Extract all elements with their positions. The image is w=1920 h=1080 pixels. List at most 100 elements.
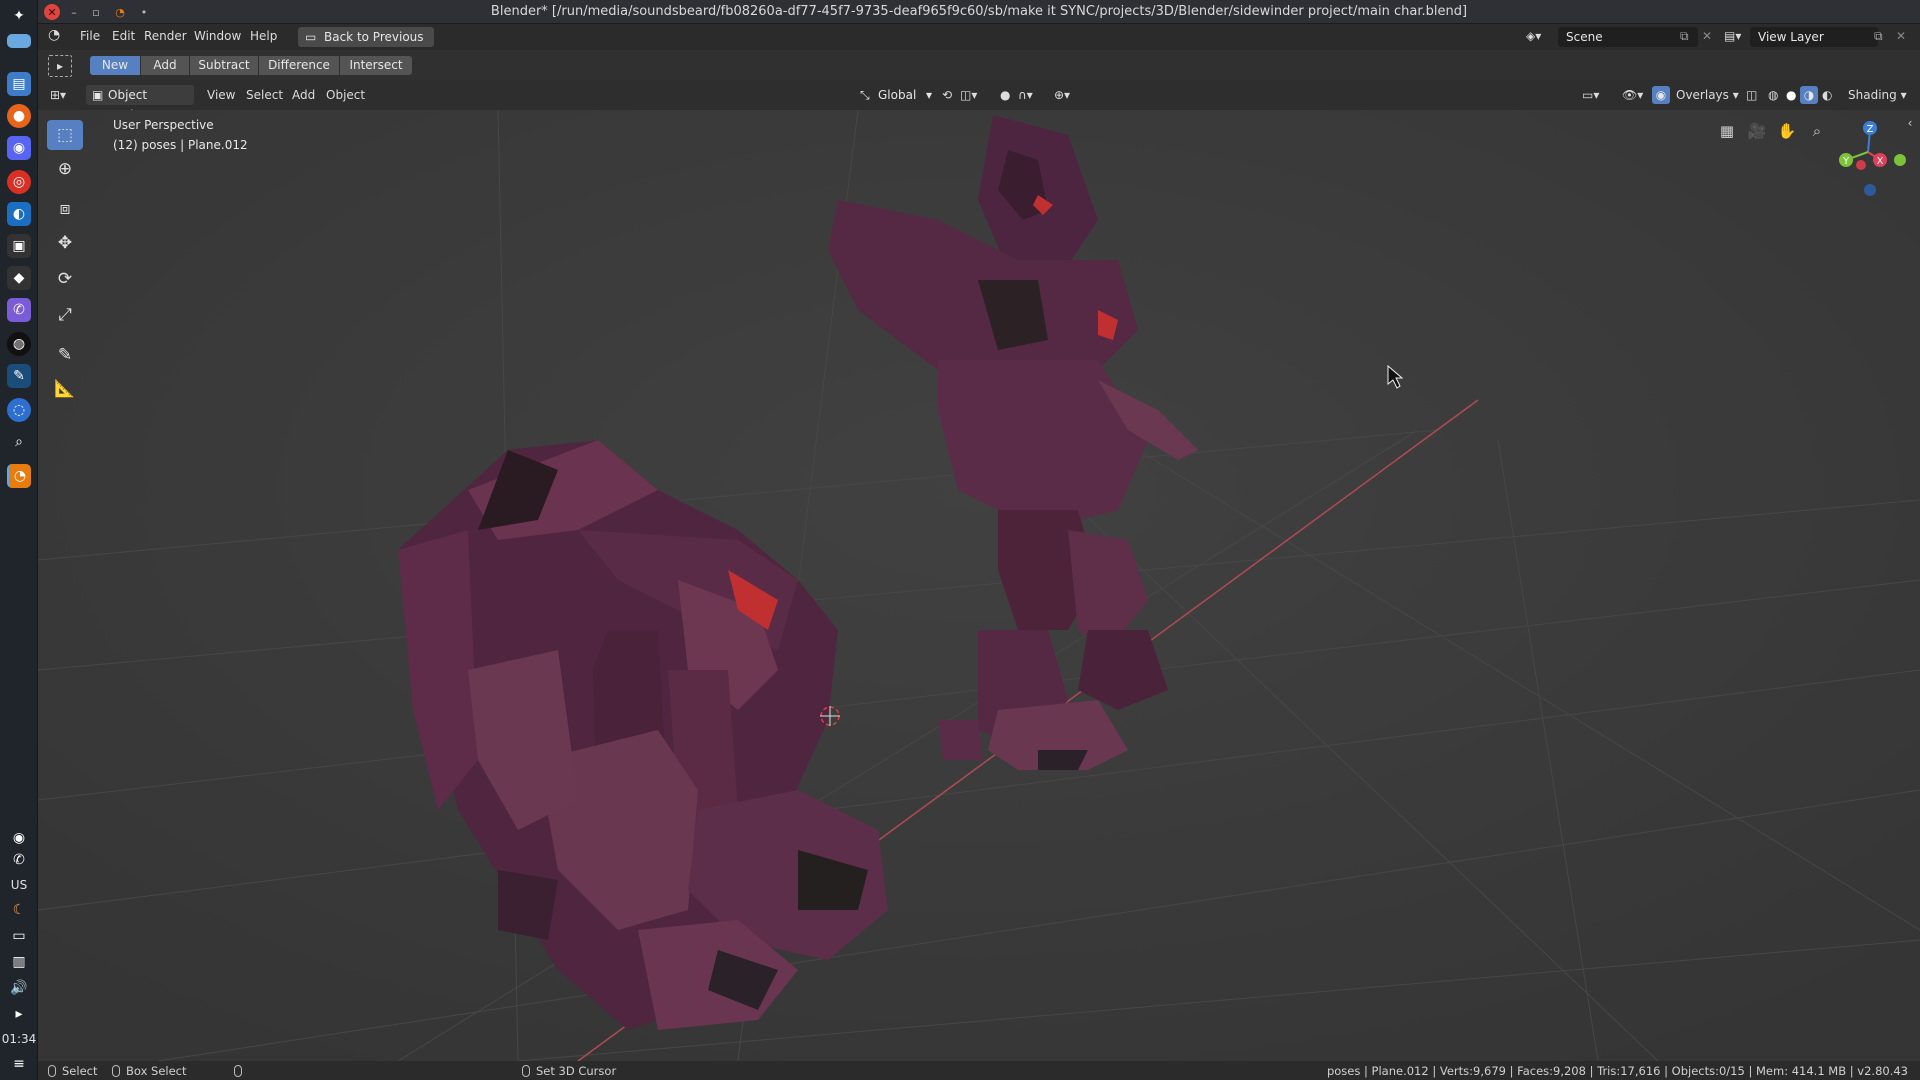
falloff-icon[interactable]: ∩▾: [1018, 88, 1033, 102]
menu-add[interactable]: Add: [292, 88, 315, 102]
night-light-icon[interactable]: ☾: [7, 898, 31, 922]
scene-selector-icon[interactable]: ◈▾: [1526, 29, 1541, 43]
terminal-icon[interactable]: ▣: [7, 234, 31, 258]
overlays-label: Overlays: [1676, 88, 1729, 102]
files-icon[interactable]: ▤: [7, 72, 31, 96]
scene-field[interactable]: Scene: [1558, 27, 1698, 47]
camera-view-icon[interactable]: 🎥: [1744, 118, 1770, 144]
measure-tool-icon[interactable]: 📐: [47, 374, 83, 404]
shading-label: Shading: [1848, 88, 1897, 102]
view-object-types-icon[interactable]: ▭▾: [1582, 88, 1599, 102]
tray-expand-icon[interactable]: ▸: [7, 1002, 31, 1026]
mouse-drag-icon: [112, 1065, 120, 1077]
material-shading-icon[interactable]: ◑: [1800, 86, 1818, 104]
keyboard-layout[interactable]: US: [0, 878, 38, 892]
status-set-cursor: Set 3D Cursor: [522, 1064, 616, 1078]
volume-icon[interactable]: 🔊: [7, 976, 31, 1000]
cursor-tool-icon[interactable]: ⊕: [47, 154, 83, 184]
status-set-cursor-label: Set 3D Cursor: [536, 1064, 617, 1078]
menu-edit[interactable]: Edit: [112, 29, 135, 43]
top-menubar: ◔ File Edit Render Window Help ▭ Back to…: [38, 24, 1920, 50]
obs-icon[interactable]: ◍: [7, 332, 31, 356]
launcher-icon[interactable]: ✦: [7, 4, 31, 28]
krita-icon[interactable]: ✎: [7, 364, 31, 388]
discord-tray-icon[interactable]: ◉: [7, 826, 31, 850]
menu-icon[interactable]: ≡: [7, 1052, 31, 1076]
screen-icon: ▭: [305, 30, 317, 44]
transform-tool-icon[interactable]: ⧈: [47, 194, 83, 224]
shading-dropdown[interactable]: Shading ▾: [1848, 88, 1907, 102]
pan-view-icon[interactable]: ✋: [1774, 118, 1800, 144]
rendered-shading-icon[interactable]: ◐: [1822, 88, 1832, 102]
object-mode-icon: ▣: [92, 88, 104, 102]
chevron-down-icon: ▾: [925, 88, 932, 102]
scale-tool-icon[interactable]: ⤢: [47, 300, 83, 330]
chrome-icon[interactable]: ◎: [7, 170, 31, 194]
solid-shading-icon[interactable]: ●: [1786, 88, 1796, 102]
overlays-toggle-icon[interactable]: ◉: [1652, 86, 1670, 104]
back-to-previous-button[interactable]: ▭ Back to Previous: [298, 27, 434, 47]
os-dock: ✦ ▤ ● ◉ ◎ ◐ ▣ ◆ ✆ ◍ ✎ ◌ ⌕ ◔ ◉ ✆ US ☾ ▭ ▥…: [0, 0, 38, 1080]
proportional-edit-icon[interactable]: ●: [1000, 88, 1010, 102]
3d-viewport[interactable]: Z X Y User Perspective (12) poses | Plan…: [38, 110, 1920, 1061]
firefox-icon[interactable]: ●: [7, 104, 31, 128]
orientation-label: Global: [878, 88, 917, 102]
zoom-view-icon[interactable]: ⌕: [1804, 118, 1830, 144]
steam-icon[interactable]: ◐: [7, 202, 31, 226]
view-layer-close-icon[interactable]: ✕: [1896, 29, 1906, 43]
boolean-intersect-button[interactable]: Intersect: [340, 56, 412, 75]
viber-icon[interactable]: ✆: [7, 298, 31, 322]
menu-file[interactable]: File: [80, 29, 100, 43]
editor-type-icon[interactable]: ⊞▾: [50, 88, 66, 102]
boolean-difference-button[interactable]: Difference: [259, 56, 339, 75]
viber-tray-icon[interactable]: ✆: [7, 848, 31, 872]
object-mode-dropdown[interactable]: ▣ Object Mode ▾: [86, 85, 194, 122]
status-box-select: Box Select: [112, 1064, 187, 1078]
menu-render[interactable]: Render: [144, 29, 187, 43]
overlays-dropdown[interactable]: Overlays ▾: [1676, 88, 1739, 102]
status-select: Select: [48, 1064, 97, 1078]
gizmo-settings-icon[interactable]: ⊕▾: [1054, 88, 1070, 102]
snap-icon[interactable]: ◫▾: [960, 88, 977, 102]
menu-object[interactable]: Object: [326, 88, 365, 102]
xray-icon[interactable]: ◫: [1746, 88, 1757, 102]
visibility-icon[interactable]: 👁▾: [1622, 88, 1643, 102]
desktop-icon[interactable]: [7, 34, 31, 48]
app-icon[interactable]: ◆: [7, 266, 31, 290]
toggle-ortho-icon[interactable]: ▦: [1714, 118, 1740, 144]
sidebar-toggle-icon[interactable]: ‹: [1900, 110, 1920, 136]
boolean-subtract-button[interactable]: Subtract: [190, 56, 258, 75]
blender-menu-icon[interactable]: ◔: [48, 27, 60, 43]
pivot-icon[interactable]: ⟲: [942, 88, 952, 102]
gizmo-y-label: Y: [1842, 156, 1850, 167]
rotate-tool-icon[interactable]: ⟳: [47, 264, 83, 294]
menu-select[interactable]: Select: [246, 88, 283, 102]
scene-new-icon[interactable]: ⧉: [1680, 29, 1689, 44]
view-layer-selector-icon[interactable]: ▤▾: [1724, 29, 1741, 43]
discord-icon[interactable]: ◉: [7, 136, 31, 160]
move-tool-icon[interactable]: ✥: [47, 228, 83, 258]
boolean-new-button[interactable]: New: [90, 56, 140, 75]
clipboard-icon[interactable]: ▥: [7, 950, 31, 974]
wireframe-shading-icon[interactable]: ◍: [1768, 88, 1778, 102]
view-layer-new-icon[interactable]: ⧉: [1874, 29, 1883, 44]
search-icon[interactable]: ⌕: [7, 430, 31, 454]
select-box-tool-icon[interactable]: ⬚: [47, 120, 83, 150]
mouse-left-icon: [48, 1065, 56, 1077]
transform-orientation-dropdown[interactable]: ⤡ Global ▾: [856, 85, 936, 105]
blender-icon[interactable]: ◔: [7, 464, 31, 488]
view-layer-field[interactable]: View Layer: [1750, 27, 1878, 47]
menu-help[interactable]: Help: [250, 29, 277, 43]
boolean-add-button[interactable]: Add: [141, 56, 189, 75]
scene-close-icon[interactable]: ✕: [1702, 29, 1712, 43]
menu-window[interactable]: Window: [194, 29, 241, 43]
window-title: Blender* [/run/media/soundsbeard/fb08260…: [490, 4, 1468, 19]
menu-view[interactable]: View: [207, 88, 235, 102]
browser-icon[interactable]: ◌: [7, 398, 31, 422]
clock[interactable]: 01:34: [0, 1032, 38, 1046]
mouse-middle-icon: [234, 1065, 242, 1077]
display-icon[interactable]: ▭: [7, 924, 31, 948]
gizmo-z-label: Z: [1867, 124, 1874, 135]
annotate-tool-icon[interactable]: ✎: [47, 340, 83, 370]
select-box-tool-icon[interactable]: ▸: [48, 55, 72, 77]
